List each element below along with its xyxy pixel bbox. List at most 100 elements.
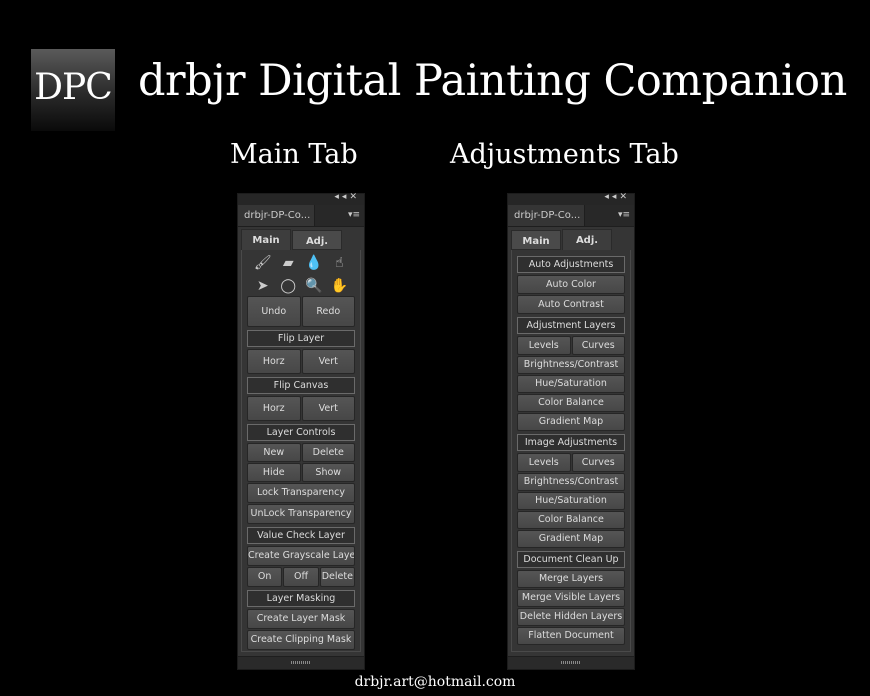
mixer-brush-icon[interactable]: 💧 [301, 254, 327, 272]
levels-button[interactable]: Levels [517, 336, 571, 355]
button-row: Merge Visible Layers [517, 589, 625, 607]
horz-button[interactable]: Horz [247, 396, 301, 421]
tab-main[interactable]: Main [511, 230, 561, 250]
flatten-document-button[interactable]: Flatten Document [517, 627, 625, 645]
unlock-transparency-button[interactable]: UnLock Transparency [247, 504, 355, 524]
button-row: Gradient Map [517, 530, 625, 548]
panel-tabs: Main Adj. [508, 229, 634, 251]
auto-contrast-button[interactable]: Auto Contrast [517, 295, 625, 314]
panel-footer [508, 656, 634, 669]
undo-button[interactable]: Undo [247, 296, 301, 327]
hue-saturation-button[interactable]: Hue/Saturation [517, 375, 625, 393]
move-icon[interactable]: ➤ [250, 277, 276, 295]
collapse-icon[interactable]: ◂◂ [604, 192, 619, 202]
hand-icon[interactable]: ✋ [327, 277, 353, 295]
redo-button[interactable]: Redo [301, 296, 355, 327]
new-button[interactable]: New [247, 443, 301, 462]
button-list: Auto Adjustments Auto Color Auto Contrast A… [517, 254, 625, 646]
button-row: Hue/Saturation [517, 375, 625, 393]
button-row: UnLock Transparency [247, 504, 355, 524]
show-button[interactable]: Show [301, 463, 355, 482]
color-balance-button[interactable]: Color Balance [517, 511, 625, 529]
vert-button[interactable]: Vert [301, 349, 355, 374]
off-button[interactable]: Off [283, 567, 319, 587]
merge-layers-button[interactable]: Merge Layers [517, 570, 625, 588]
main-panel: ◂◂✕ drbjr-DP-Co... ▾≡ Main Adj. 🖌 ▰ 💧 ☝ ➤ ◯ 🔍 ✋ Undo R… [237, 192, 365, 670]
panel-name-tab[interactable]: drbjr-DP-Co... [508, 205, 585, 226]
panel-controls: ◂◂✕ [604, 192, 630, 202]
brush-icon[interactable]: 🖌 [250, 254, 276, 272]
panel-footer [238, 656, 364, 669]
panel-tab-row: drbjr-DP-Co... ▾≡ [508, 205, 634, 227]
delete-hidden-layers-button[interactable]: Delete Hidden Layers [517, 608, 625, 626]
button-row: Auto Adjustments [517, 254, 625, 274]
button-row: Auto Contrast [517, 295, 625, 314]
button-row: Horz Vert [247, 349, 355, 374]
levels-button[interactable]: Levels [517, 453, 571, 472]
on-button[interactable]: On [247, 567, 283, 587]
zoom-icon[interactable]: 🔍 [301, 277, 327, 295]
create-clipping-mask-button[interactable]: Create Clipping Mask [247, 630, 355, 650]
auto-color-button[interactable]: Auto Color [517, 275, 625, 294]
lasso-icon[interactable]: ◯ [276, 277, 302, 295]
button-row: Hide Show [247, 463, 355, 482]
curves-button[interactable]: Curves [571, 453, 625, 472]
button-row: Document Clean Up [517, 549, 625, 569]
vert-button[interactable]: Vert [301, 396, 355, 421]
tab-content: Auto Adjustments Auto Color Auto Contrast A… [511, 250, 631, 652]
hue-saturation-button[interactable]: Hue/Saturation [517, 492, 625, 510]
gradient-map-button[interactable]: Gradient Map [517, 413, 625, 431]
button-row: Flatten Document [517, 627, 625, 645]
adjustments-panel: ◂◂✕ drbjr-DP-Co... ▾≡ Main Adj. Auto Adjustme… [507, 192, 635, 670]
auto-adjustments-header: Auto Adjustments [517, 256, 625, 273]
button-row: Layer Masking [247, 588, 355, 608]
horz-button[interactable]: Horz [247, 349, 301, 374]
merge-visible-layers-button[interactable]: Merge Visible Layers [517, 589, 625, 607]
hide-button[interactable]: Hide [247, 463, 301, 482]
resize-grip[interactable] [291, 661, 311, 664]
button-row: Undo Redo [247, 296, 355, 327]
button-row: On Off Delete [247, 567, 355, 587]
layer-controls-header: Layer Controls [247, 424, 355, 441]
button-list: Undo Redo Flip Layer Horz Vert Flip Canvas Hor… [247, 296, 355, 651]
panel-title-bar: ◂◂✕ [508, 192, 634, 205]
collapse-icon[interactable]: ◂◂ [334, 192, 349, 202]
curves-button[interactable]: Curves [571, 336, 625, 355]
close-icon[interactable]: ✕ [619, 192, 630, 202]
resize-grip[interactable] [561, 661, 581, 664]
button-row: Levels Curves [517, 453, 625, 472]
panel-title-bar: ◂◂✕ [238, 192, 364, 205]
document-clean-up-header: Document Clean Up [517, 551, 625, 568]
button-row: Layer Controls [247, 422, 355, 442]
button-row: Value Check Layer [247, 525, 355, 545]
delete-button[interactable]: Delete [301, 443, 355, 462]
eraser-icon[interactable]: ▰ [276, 254, 302, 272]
close-icon[interactable]: ✕ [349, 192, 360, 202]
tab-adj[interactable]: Adj. [292, 230, 342, 250]
button-row: Flip Layer [247, 328, 355, 348]
panel-controls: ◂◂✕ [334, 192, 360, 202]
smudge-icon[interactable]: ☝ [327, 254, 353, 272]
panel-menu-icon[interactable]: ▾≡ [618, 210, 630, 220]
button-row: Horz Vert [247, 396, 355, 421]
flip-canvas-header: Flip Canvas [247, 377, 355, 394]
button-row: Color Balance [517, 511, 625, 529]
color-balance-button[interactable]: Color Balance [517, 394, 625, 412]
panel-menu-icon[interactable]: ▾≡ [348, 210, 360, 220]
brightness-contrast-button[interactable]: Brightness/Contrast [517, 473, 625, 491]
delete-button[interactable]: Delete [319, 567, 355, 587]
create-grayscale-layer-button[interactable]: Create Grayscale Layer [247, 546, 355, 566]
gradient-map-button[interactable]: Gradient Map [517, 530, 625, 548]
tab-main[interactable]: Main [241, 229, 291, 250]
button-row: New Delete [247, 443, 355, 462]
panel-tab-row: drbjr-DP-Co... ▾≡ [238, 205, 364, 227]
tab-adj[interactable]: Adj. [562, 229, 612, 250]
button-row: Gradient Map [517, 413, 625, 431]
panel-name-tab[interactable]: drbjr-DP-Co... [238, 205, 315, 226]
button-row: Brightness/Contrast [517, 356, 625, 374]
lock-transparency-button[interactable]: Lock Transparency [247, 483, 355, 503]
brightness-contrast-button[interactable]: Brightness/Contrast [517, 356, 625, 374]
tab-content: 🖌 ▰ 💧 ☝ ➤ ◯ 🔍 ✋ Undo Redo Flip Layer Horz Vert Flip C… [241, 250, 361, 652]
layer-masking-header: Layer Masking [247, 590, 355, 607]
create-layer-mask-button[interactable]: Create Layer Mask [247, 609, 355, 629]
